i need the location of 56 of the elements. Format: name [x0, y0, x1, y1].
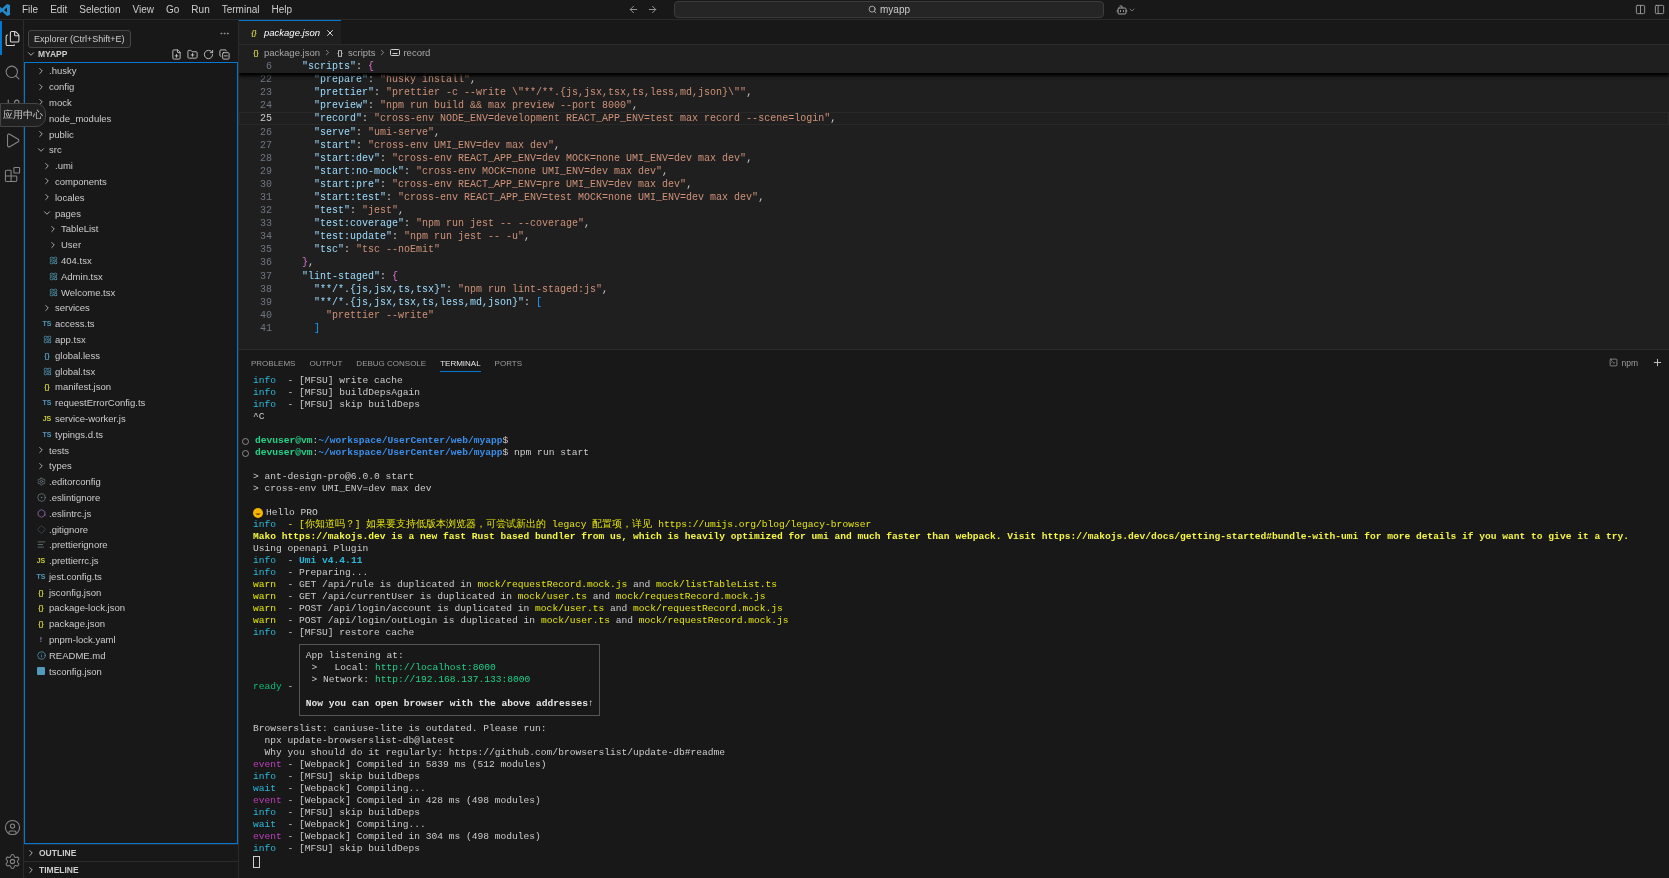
- terminal-line: npx update-browserslist-db@latest: [263, 735, 456, 747]
- terminal-line: warn - GET /api/rule is duplicated in mock/requestRecord.mock.js and mock/listTableList.ts: [253, 579, 778, 591]
- tooltip: 应用中心: [0, 103, 46, 127]
- terminal-line: Now you can open browser with the above addresses↑: [305, 698, 594, 710]
- code-line: 29 "start:no-mock": "cross-env MOCK=none UMI_ENV=dev max dev",: [259, 164, 670, 178]
- terminal-line: info - Umi v4.4.11: [253, 555, 364, 567]
- terminal-line: devuser@vm:~/workspace/UserCenter/web/myapp$ npm run start: [255, 447, 589, 459]
- code-line: 28 "start:dev": "cross-env REACT_APP_ENV=dev MOCK=none UMI_ENV=dev max dev",: [259, 151, 754, 165]
- code-line: 31 "start:test": "cross-env REACT_APP_ENV=test MOCK=none UMI_ENV=dev max dev",: [259, 191, 766, 205]
- code-line: 24 "preview": "npm run build && max preview --port 8000",: [259, 99, 640, 113]
- terminal-line: Why you should do it regularly: https://github.com/browserslist/update-db#readme: [263, 747, 727, 759]
- code-line: 26 "serve": "umi-serve",: [259, 125, 442, 139]
- terminal-line: info - [MFSU] skip buildDeps: [253, 843, 421, 855]
- terminal-line: ^C: [253, 411, 266, 423]
- terminal-line: Mako https://makojs.dev is a new fast Rust based bundler from us, which is heavily optimized for umi and much faster than webpack. Visit https://makojs.dev/docs/getting-started#bundle-with-umi for more details if you want to give it a try.: [253, 531, 1630, 543]
- terminal-line: Browserslist: caniuse-lite is outdated. Please run:: [253, 723, 548, 735]
- terminal-line: wait - [Webpack] Compiling...: [253, 783, 427, 795]
- code-line: 37 "lint-staged": {: [259, 269, 400, 283]
- terminal-line: info - Preparing...: [253, 567, 370, 579]
- code-line: 40 "prettier --write": [259, 308, 436, 322]
- terminal-line: warn - POST /api/login/account is duplicated in mock/user.ts and mock/requestRecord.mock.js: [253, 603, 784, 615]
- terminal-line: App listening at:: [305, 650, 405, 662]
- terminal-line: Hello PRO: [266, 507, 318, 519]
- code-line: 23 "prettier": "prettier -c --write \"**/**.{js,jsx,tsx,ts,less,md,json}\"",: [259, 86, 754, 100]
- code-line: 38 "**/*.{js,jsx,ts,tsx}": "npm run lint-staged:js",: [259, 282, 610, 296]
- terminal-line: event - [Webpack] Compiled in 304 ms (498 modules): [253, 831, 542, 843]
- terminal-line: info - [MFSU] restore cache: [253, 627, 416, 639]
- terminal-line: warn - POST /api/login/outLogin is duplicated in mock/user.ts and mock/requestRecord.mock.js: [253, 615, 790, 627]
- terminal-line: > Local: http://localhost:8000: [310, 662, 497, 674]
- code-line: 35 "tsc": "tsc --noEmit": [259, 243, 442, 257]
- terminal-line: event - [Webpack] Compiled in 5839 ms (512 modules): [253, 759, 548, 771]
- code-line: 32 "test": "jest",: [259, 204, 406, 218]
- terminal-line: event - [Webpack] Compiled in 428 ms (498 modules): [253, 795, 542, 807]
- terminal-line: warn - GET /api/currentUser is duplicated in mock/user.ts and mock/requestRecord.mock.js: [253, 591, 767, 603]
- terminal-line: > cross-env UMI_ENV=dev max dev: [253, 483, 433, 495]
- terminal-line: info - [MFSU] skip buildDeps: [253, 771, 421, 783]
- code-line: 33 "test:coverage": "npm run jest -- --coverage",: [259, 217, 592, 231]
- terminal-line: Using openapi Plugin: [253, 543, 370, 555]
- terminal-line: info - [MFSU] skip buildDeps: [253, 399, 421, 411]
- terminal-line: info - [你知道吗？] 如果要支持低版本浏览器，可尝试新出的 legacy 配置项，详见 https://umijs.org/blog/legacy-browser: [253, 519, 873, 531]
- code-line: 36 },: [259, 256, 316, 270]
- terminal-line: info - [MFSU] buildDepsAgain: [253, 387, 421, 399]
- terminal-line: > ant-design-pro@6.0.0 start: [253, 471, 416, 483]
- code-line: 34 "test:update": "npm run jest -- -u",: [259, 230, 532, 244]
- terminal-line: info - [MFSU] skip buildDeps: [253, 807, 421, 819]
- code-line: 39 "**/*.{js,jsx,tsx,ts,less,md,json}": [: [259, 295, 544, 309]
- terminal-line: ready -: [253, 680, 295, 692]
- terminal-line: info - [MFSU] write cache: [253, 375, 404, 387]
- code-line: 30 "start:pre": "cross-env REACT_APP_ENV=pre UMI_ENV=dev max dev",: [259, 177, 694, 191]
- terminal-line: wait - [Webpack] Compiling...: [253, 819, 427, 831]
- code-line: 41 ]: [259, 321, 322, 335]
- code-line: 22 "prepare": "husky install",: [259, 73, 478, 87]
- terminal-line: > Network: http://192.168.137.133:8000: [310, 674, 532, 686]
- terminal-line: devuser@vm:~/workspace/UserCenter/web/myapp$: [255, 435, 509, 447]
- code-line: 27 "start": "cross-env UMI_ENV=dev max dev",: [259, 138, 562, 152]
- tooltip: Explorer (Ctrl+Shift+E): [28, 30, 131, 48]
